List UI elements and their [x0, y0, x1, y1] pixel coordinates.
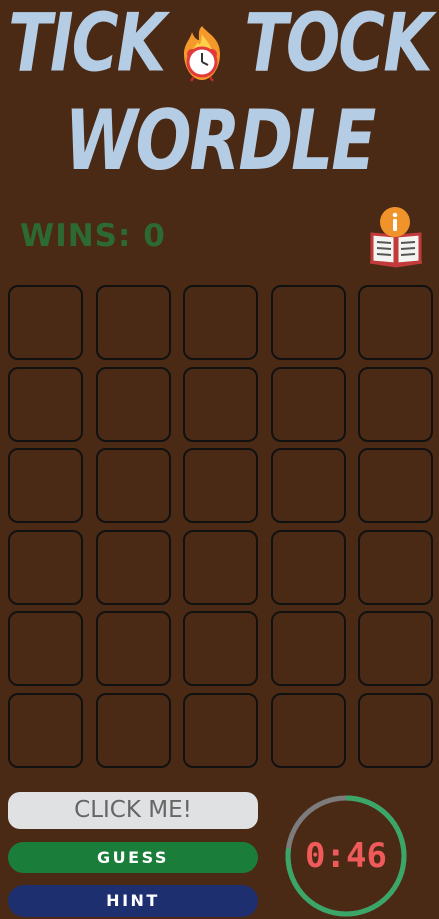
letter-tile — [95, 448, 171, 523]
letter-tile — [95, 285, 171, 360]
letter-tile — [358, 692, 433, 768]
hint-button[interactable]: HINT — [8, 885, 258, 917]
letter-tile — [8, 448, 83, 523]
letter-tile — [95, 529, 171, 605]
click-me-button[interactable]: CLICK ME! — [8, 792, 258, 829]
open-book-info-icon — [369, 207, 423, 268]
letter-tile — [358, 448, 433, 523]
alarm-clock-fire-icon — [174, 24, 230, 84]
letter-tile — [8, 611, 83, 686]
title-word-tick: TICK — [8, 0, 166, 91]
letter-tile — [183, 448, 258, 523]
letter-tile — [183, 611, 258, 686]
letter-tile — [183, 285, 258, 360]
countdown-timer: 0:46 — [284, 794, 408, 918]
letter-tile — [183, 692, 258, 768]
letter-tile — [8, 366, 83, 442]
letter-tile — [8, 529, 83, 605]
title-word-tock: TOCK — [244, 0, 433, 91]
info-book-button[interactable] — [368, 206, 424, 268]
letter-tile — [8, 692, 83, 768]
wins-counter: WINS: 0 — [20, 218, 166, 254]
letter-tile — [95, 692, 171, 768]
letter-tile — [270, 285, 346, 360]
letter-tile — [358, 529, 433, 605]
letter-tile — [270, 529, 346, 605]
title-line-2: WORDLE — [64, 92, 377, 189]
letter-tile — [270, 611, 346, 686]
letter-tile — [95, 366, 171, 442]
letter-tile — [183, 366, 258, 442]
letter-tile — [8, 285, 83, 360]
letter-tile — [270, 366, 346, 442]
letter-tile — [358, 366, 433, 442]
title-line-1: TICK TOCK — [0, 4, 439, 84]
letter-tile — [270, 692, 346, 768]
guess-button[interactable]: GUESS — [8, 842, 258, 873]
timer-display: 0:46 — [305, 836, 387, 876]
letter-tile — [183, 529, 258, 605]
letter-tile — [358, 285, 433, 360]
letter-tile — [358, 611, 433, 686]
game-board — [8, 285, 433, 768]
letter-tile — [270, 448, 346, 523]
letter-tile — [95, 611, 171, 686]
